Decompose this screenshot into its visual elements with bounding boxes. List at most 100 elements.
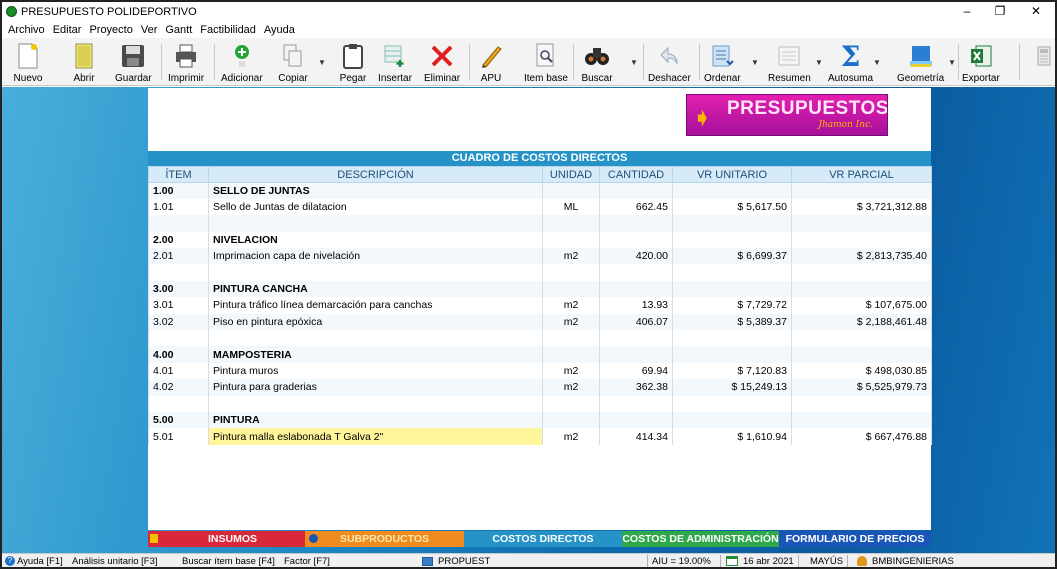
cell-vr-parcial[interactable] bbox=[791, 231, 932, 249]
cell-unidad[interactable] bbox=[542, 346, 600, 363]
chapter-row[interactable]: 3.00 PINTURA CANCHA bbox=[148, 280, 932, 298]
spacer-row[interactable] bbox=[148, 215, 932, 232]
eliminar-button[interactable]: Eliminar bbox=[424, 38, 460, 86]
cell-cantidad[interactable] bbox=[599, 411, 673, 429]
cell-descripcion[interactable]: PINTURA CANCHA bbox=[208, 280, 543, 298]
cell-item[interactable]: 5.00 bbox=[148, 411, 209, 429]
cell-cantidad[interactable]: 69.94 bbox=[599, 362, 673, 380]
cell-vr-unitario[interactable] bbox=[672, 264, 792, 281]
cell-descripcion[interactable] bbox=[208, 395, 543, 412]
ordenar-button[interactable]: Ordenar bbox=[704, 38, 741, 86]
imprimir-button[interactable]: Imprimir bbox=[168, 38, 204, 86]
cell-vr-unitario[interactable]: $ 7,120.83 bbox=[672, 362, 792, 380]
cell-unidad[interactable] bbox=[542, 231, 600, 249]
cell-vr-parcial[interactable] bbox=[791, 215, 932, 232]
cell-vr-unitario[interactable]: $ 1,610.94 bbox=[672, 428, 792, 445]
cell-unidad[interactable] bbox=[542, 215, 600, 232]
menu-editar[interactable]: Editar bbox=[49, 24, 86, 36]
cell-item[interactable]: 5.01 bbox=[148, 428, 209, 445]
cell-vr-unitario[interactable]: $ 5,617.50 bbox=[672, 198, 792, 216]
col-header-cantidad[interactable]: CANTIDAD bbox=[599, 166, 673, 183]
cell-cantidad[interactable] bbox=[599, 231, 673, 249]
cell-unidad[interactable] bbox=[542, 330, 600, 347]
col-header-item[interactable]: ÍTEM bbox=[148, 166, 209, 183]
cell-cantidad[interactable] bbox=[599, 264, 673, 281]
chapter-row[interactable]: 5.00 PINTURA bbox=[148, 411, 932, 429]
chapter-row[interactable]: 4.00 MAMPOSTERIA bbox=[148, 346, 932, 363]
autosuma-button[interactable]: Σ Autosuma bbox=[828, 38, 873, 86]
cell-descripcion[interactable]: NIVELACION bbox=[208, 231, 543, 249]
cell-vr-unitario[interactable] bbox=[672, 280, 792, 298]
cell-vr-parcial[interactable]: $ 498,030.85 bbox=[791, 362, 932, 380]
cell-unidad[interactable] bbox=[542, 280, 600, 298]
cell-descripcion[interactable]: Sello de Juntas de dilatacion bbox=[208, 198, 543, 216]
cell-cantidad[interactable]: 414.34 bbox=[599, 428, 673, 445]
cell-item[interactable]: 3.00 bbox=[148, 280, 209, 298]
cell-vr-parcial[interactable]: $ 2,188,461.48 bbox=[791, 313, 932, 331]
buscar-dropdown-icon[interactable]: ▼ bbox=[630, 58, 638, 67]
cell-unidad[interactable]: m2 bbox=[542, 313, 600, 331]
adicionar-button[interactable]: Adicionar bbox=[221, 38, 263, 86]
cell-vr-unitario[interactable]: $ 15,249.13 bbox=[672, 379, 792, 396]
pegar-button[interactable]: Pegar bbox=[335, 38, 371, 86]
col-header-vr-unitario[interactable]: VR UNITARIO bbox=[672, 166, 792, 183]
cell-vr-unitario[interactable]: $ 5,389.37 bbox=[672, 313, 792, 331]
status-ayuda[interactable]: Ayuda [F1] bbox=[17, 554, 63, 567]
cell-item[interactable]: 1.00 bbox=[148, 182, 209, 199]
status-aiu[interactable]: AIU = 19.00% bbox=[652, 554, 711, 567]
tab-insumos[interactable]: INSUMOS bbox=[160, 531, 305, 547]
abrir-button[interactable]: Abrir bbox=[66, 38, 102, 86]
cell-unidad[interactable]: m2 bbox=[542, 297, 600, 314]
cell-vr-parcial[interactable] bbox=[791, 280, 932, 298]
cell-vr-parcial[interactable]: $ 5,525,979.73 bbox=[791, 379, 932, 396]
menu-factibilidad[interactable]: Factibilidad bbox=[196, 24, 260, 36]
cell-vr-parcial[interactable]: $ 3,721,312.88 bbox=[791, 198, 932, 216]
cell-item[interactable]: 4.00 bbox=[148, 346, 209, 363]
cell-vr-unitario[interactable] bbox=[672, 215, 792, 232]
cell-item[interactable]: 1.01 bbox=[148, 198, 209, 216]
cell-item[interactable]: 3.01 bbox=[148, 297, 209, 314]
cell-item[interactable] bbox=[148, 395, 209, 412]
cell-unidad[interactable] bbox=[542, 264, 600, 281]
menu-proyecto[interactable]: Proyecto bbox=[85, 24, 136, 36]
menu-gantt[interactable]: Gantt bbox=[161, 24, 196, 36]
table-row[interactable]: 3.01 Pintura tráfico línea demarcación pa… bbox=[148, 297, 932, 314]
cell-descripcion[interactable] bbox=[208, 264, 543, 281]
cell-vr-unitario[interactable] bbox=[672, 330, 792, 347]
menu-ayuda[interactable]: Ayuda bbox=[260, 24, 299, 36]
cell-descripcion[interactable]: Pintura muros bbox=[208, 362, 543, 380]
cell-descripcion[interactable]: PINTURA bbox=[208, 411, 543, 429]
col-header-unidad[interactable]: UNIDAD bbox=[542, 166, 600, 183]
cell-unidad[interactable] bbox=[542, 411, 600, 429]
cell-vr-parcial[interactable] bbox=[791, 395, 932, 412]
col-header-descripcion[interactable]: DESCRIPCIÓN bbox=[208, 166, 543, 183]
resumen-dropdown-icon[interactable]: ▼ bbox=[815, 58, 823, 67]
status-buscar[interactable]: Buscar ítem base [F4] bbox=[182, 554, 275, 567]
cell-item[interactable]: 2.01 bbox=[148, 248, 209, 265]
cell-cantidad[interactable]: 406.07 bbox=[599, 313, 673, 331]
cell-cantidad[interactable]: 420.00 bbox=[599, 248, 673, 265]
cell-item[interactable] bbox=[148, 330, 209, 347]
table-row[interactable]: 4.01 Pintura muros m2 69.94 $ 7,120.83 $ 498,… bbox=[148, 362, 932, 380]
table-row[interactable]: 2.01 Imprimacion capa de nivelación m2 420.… bbox=[148, 248, 932, 265]
table-row[interactable]: 1.01 Sello de Juntas de dilatacion ML 662.4… bbox=[148, 198, 932, 216]
chapter-row[interactable]: 2.00 NIVELACION bbox=[148, 231, 932, 249]
cell-cantidad[interactable] bbox=[599, 330, 673, 347]
tab-costos-administracion[interactable]: COSTOS DE ADMINISTRACIÓN bbox=[622, 531, 779, 547]
cell-vr-unitario[interactable] bbox=[672, 411, 792, 429]
cell-vr-parcial[interactable] bbox=[791, 264, 932, 281]
deshacer-button[interactable]: Deshacer bbox=[648, 38, 691, 86]
cell-descripcion[interactable]: Piso en pintura epóxica bbox=[208, 313, 543, 331]
close-button[interactable]: ✕ bbox=[1021, 2, 1051, 21]
cell-unidad[interactable] bbox=[542, 395, 600, 412]
cell-unidad[interactable]: ML bbox=[542, 198, 600, 216]
cell-cantidad[interactable] bbox=[599, 280, 673, 298]
cell-unidad[interactable]: m2 bbox=[542, 362, 600, 380]
cell-unidad[interactable] bbox=[542, 182, 600, 199]
copiar-button[interactable]: Copiar bbox=[275, 38, 311, 86]
cell-item[interactable] bbox=[148, 264, 209, 281]
cell-descripcion[interactable]: Pintura tráfico línea demarcación para c… bbox=[208, 297, 543, 314]
cell-descripcion[interactable] bbox=[208, 330, 543, 347]
cell-cantidad[interactable]: 662.45 bbox=[599, 198, 673, 216]
cell-vr-parcial[interactable] bbox=[791, 330, 932, 347]
